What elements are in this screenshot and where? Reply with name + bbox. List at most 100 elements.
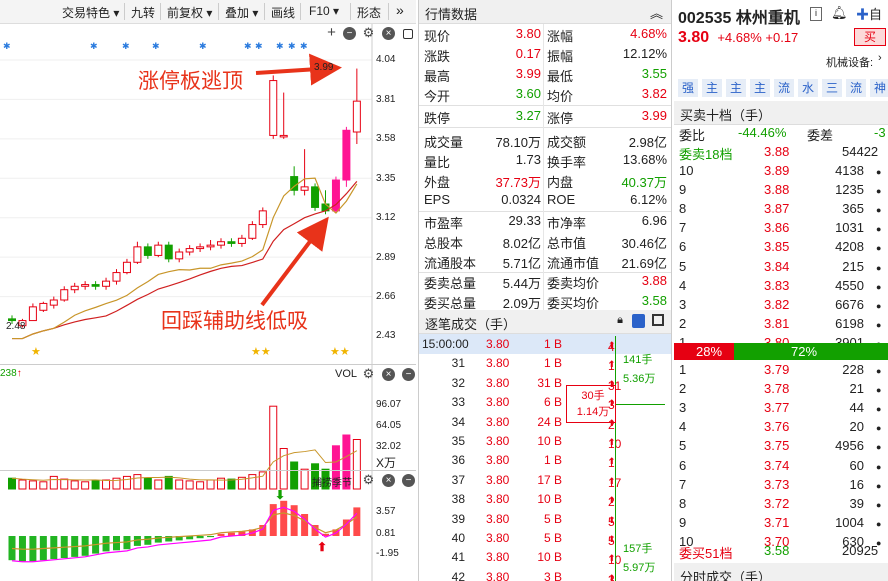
volume-bar <box>81 481 90 490</box>
tag-item[interactable]: 流 <box>774 79 794 97</box>
vol-minus-icon[interactable]: − <box>402 368 415 381</box>
row-dot-icon[interactable]: ● <box>876 442 881 452</box>
tag-item[interactable]: 强 <box>678 79 698 97</box>
tag-item[interactable]: 三 <box>822 79 842 97</box>
row-dot-icon[interactable]: ● <box>876 301 881 311</box>
row-dot-icon[interactable]: ● <box>876 385 881 395</box>
row-dot-icon[interactable]: ● <box>876 282 881 292</box>
tag-item[interactable]: 流 <box>846 79 866 97</box>
row-dot-icon[interactable]: ● <box>876 423 881 433</box>
volume-bar <box>154 479 163 490</box>
toolbar-fuquan[interactable]: 前复权 ▾ <box>167 4 212 21</box>
tag-item[interactable]: 主 <box>702 79 722 97</box>
row-dot-icon[interactable]: ● <box>876 243 881 253</box>
row-dot-icon[interactable]: ● <box>876 519 881 529</box>
quote-row: 外盘 37.73万 内盘 40.37万 <box>424 175 667 190</box>
orderbook-header: 买卖十档（手） <box>674 101 888 125</box>
tag-item[interactable]: 神 <box>870 79 888 97</box>
volume-bar <box>248 474 257 490</box>
row-dot-icon[interactable]: ● <box>876 500 881 510</box>
sells-row[interactable]: 7 3.86 1031 ● <box>674 219 888 238</box>
toolbar-more-icon[interactable]: » <box>396 2 404 18</box>
sells-row[interactable]: 9 3.88 1235 ● <box>674 181 888 200</box>
row-dot-icon[interactable]: ● <box>876 481 881 491</box>
volume-bar <box>269 405 278 490</box>
sells-row[interactable]: 2 3.81 6198 ● <box>674 315 888 334</box>
toolbar-overlay[interactable]: 叠加 ▾ <box>225 4 258 21</box>
indicator-bar <box>269 504 277 536</box>
add-watch-button[interactable]: ✚自 <box>856 4 882 23</box>
ind-gear-icon[interactable]: ⚙ <box>362 473 375 487</box>
high-price-label: 3.99 <box>314 62 334 73</box>
sells-row[interactable]: 8 3.87 365 ● <box>674 200 888 219</box>
fullscreen-icon[interactable] <box>652 314 664 326</box>
deal-row[interactable]: 34 3.80 24 B 2 ⬆ <box>419 412 671 432</box>
lock-icon[interactable]: 🔒︎ <box>617 314 623 327</box>
ind-close-icon[interactable]: × <box>382 474 395 487</box>
row-dot-icon[interactable]: ● <box>876 404 881 414</box>
volume-bar <box>18 479 27 490</box>
toolbar-draw[interactable]: 画线 <box>271 4 295 21</box>
quote-panel: 行情数据 ︽ 现价 3.80 涨幅 4.68% 涨跌 0.17 振幅 12.12% 最高 3.99… <box>418 0 672 581</box>
quote-row: 市盈率 29.33 市净率 6.96 <box>424 213 667 231</box>
volume-bar <box>196 481 205 490</box>
deal-row[interactable]: 33 3.80 6 B 3 ⬆ <box>419 392 671 412</box>
volume-bar <box>102 479 111 490</box>
volume-bar <box>60 478 69 490</box>
row-dot-icon[interactable]: ● <box>876 205 881 215</box>
vol-gear-icon[interactable]: ⚙ <box>362 367 375 381</box>
sells-row[interactable]: 3 3.82 6676 ● <box>674 296 888 315</box>
row-dot-icon[interactable]: ● <box>876 167 881 177</box>
buys-row[interactable]: 9 3.71 1004 ● <box>674 514 888 533</box>
toolbar-pattern[interactable]: 形态 <box>357 4 381 21</box>
list-view-icon[interactable] <box>632 314 645 328</box>
buys-row[interactable]: 3 3.77 44 ● <box>674 399 888 418</box>
deal-row[interactable]: 39 3.80 5 B 5 ⬆ <box>419 509 671 529</box>
row-dot-icon[interactable]: ● <box>876 224 881 234</box>
row-dot-icon[interactable]: ● <box>876 320 881 330</box>
toolbar-jiuzhuan[interactable]: 九转 <box>131 4 155 21</box>
sells-row[interactable]: 10 3.89 4138 ● <box>674 162 888 181</box>
industry-arrow-icon[interactable]: › <box>878 52 882 64</box>
toolbar-jiaoyi[interactable]: 交易特色 ▾ <box>62 4 119 21</box>
ind-minus-icon[interactable]: − <box>402 474 415 487</box>
buys-row[interactable]: 8 3.72 39 ● <box>674 495 888 514</box>
indicator-bar <box>217 533 225 536</box>
volume-bar <box>143 477 152 490</box>
stock-title: 002535 林州重机 <box>678 10 800 27</box>
quote-row: 成交量 78.10万 成交额 2.98亿 <box>424 135 667 150</box>
info-icon[interactable]: i <box>810 7 822 21</box>
sells-row[interactable]: 4 3.83 4550 ● <box>674 277 888 296</box>
toolbar-f10[interactable]: F10 ▾ <box>309 4 339 18</box>
tag-item[interactable]: 水 <box>798 79 818 97</box>
tag-item[interactable]: 主 <box>726 79 746 97</box>
row-dot-icon[interactable]: ● <box>876 263 881 273</box>
buys-row[interactable]: 1 3.79 228 ● <box>674 361 888 380</box>
row-dot-icon[interactable]: ● <box>876 366 881 376</box>
buys-row[interactable]: 4 3.76 20 ● <box>674 418 888 437</box>
tag-item[interactable]: 主 <box>750 79 770 97</box>
deal-summary-top: 141手 5.36万 <box>623 354 656 385</box>
kline-chart[interactable]: + − ⚙ × ✱ ✱ ✱ ✱ ✱ ✱ ✱ ✱ ✱ ✱ 涨停板逃顶 回踩辅助线低吸 3.99 2.… <box>0 24 416 581</box>
trade-button[interactable]: 买 <box>854 28 886 46</box>
sells-row[interactable]: 6 3.85 4208 ● <box>674 238 888 257</box>
deal-row[interactable]: 353.8010 B10⬆ <box>419 431 671 451</box>
deal-row[interactable]: 36 3.80 1 B 1 ⬆ <box>419 450 671 470</box>
vol-left-value: 238↑ <box>0 368 22 379</box>
sells-row[interactable]: 5 3.84 215 ● <box>674 258 888 277</box>
deal-row[interactable]: 38 3.80 10 B 2 ⬆ <box>419 489 671 509</box>
row-dot-icon[interactable]: ● <box>876 186 881 196</box>
chart-toolbar: 交易特色 ▾ 九转 前复权 ▾ 叠加 ▾ 画线 F10 ▾ 形态 » <box>0 0 416 24</box>
buys-row[interactable]: 6 3.74 60 ● <box>674 457 888 476</box>
row-dot-icon[interactable]: ● <box>876 462 881 472</box>
buys-row[interactable]: 7 3.73 16 ● <box>674 476 888 495</box>
quote-row: 委卖总量 5.44万 委卖均价 3.88 <box>424 273 667 291</box>
vol-close-icon[interactable]: × <box>382 368 395 381</box>
timeshare-header: 分时成交（手） <box>674 563 888 581</box>
buys-row[interactable]: 5 3.75 4956 ● <box>674 437 888 456</box>
quote-header: 行情数据 ︽ <box>419 0 671 24</box>
buys-row[interactable]: 2 3.78 21 ● <box>674 380 888 399</box>
collapse-icon[interactable]: ︽ <box>650 3 663 22</box>
bell-icon[interactable]: 🔔︎ <box>831 5 848 21</box>
deal-row[interactable]: 373.8017 B17⬆ <box>419 470 671 490</box>
